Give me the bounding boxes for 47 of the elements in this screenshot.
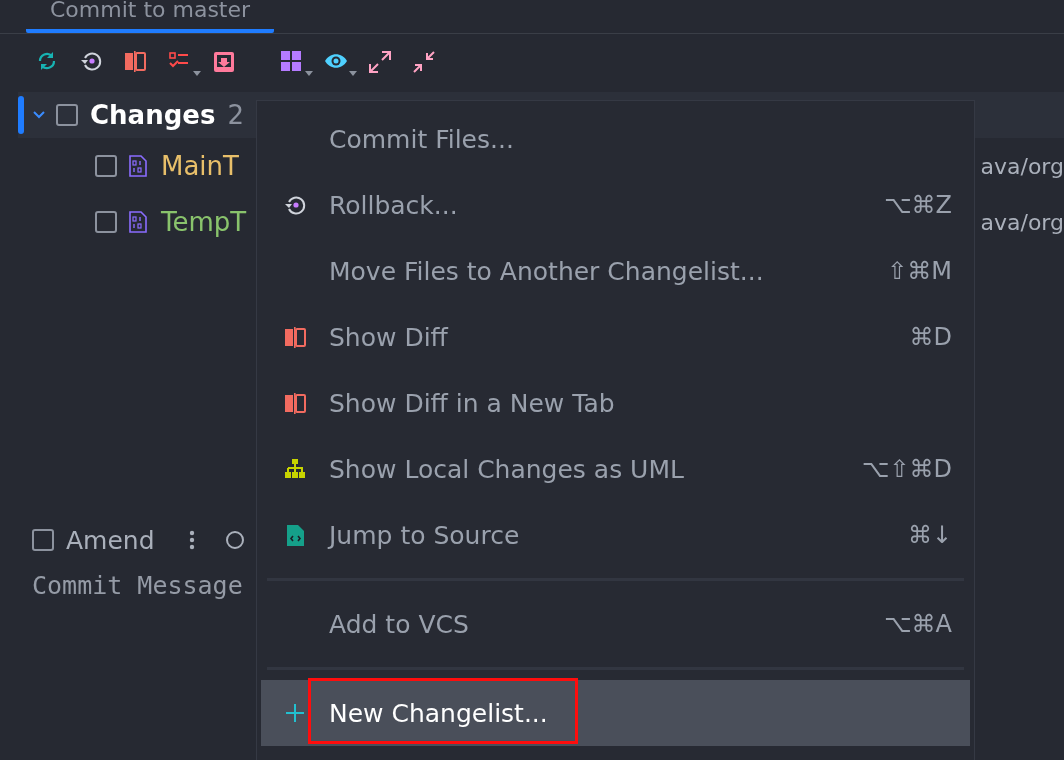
dropdown-caret-icon xyxy=(305,71,313,76)
file-count: 2 xyxy=(227,100,244,130)
commit-tab[interactable]: Commit to master xyxy=(26,0,275,33)
plus-icon xyxy=(284,702,306,724)
grid-button[interactable] xyxy=(280,48,314,76)
menu-item[interactable]: Commit Files... xyxy=(261,106,970,172)
shortcut-label: ⌘D xyxy=(909,323,952,351)
shortcut-label: ⌥⌘Z xyxy=(883,191,952,219)
menu-item[interactable]: Show Local Changes as UML ⌥⇧⌘D xyxy=(261,436,970,502)
diff-icon xyxy=(124,50,148,74)
amend-checkbox[interactable] xyxy=(32,529,54,551)
dropdown-caret-icon xyxy=(193,71,201,76)
menu-item[interactable]: Jump to Source ⌘↓ xyxy=(261,502,970,568)
menu-item[interactable]: Show Diff ⌘D xyxy=(261,304,970,370)
shortcut-label: ⌘↓ xyxy=(907,521,952,549)
expand-button[interactable] xyxy=(368,48,394,76)
binary-file-icon xyxy=(129,211,147,233)
shortcut-label: ⌥⇧⌘D xyxy=(861,455,952,483)
checkbox[interactable] xyxy=(95,155,117,177)
expand-icon xyxy=(368,50,392,74)
inbox-icon xyxy=(212,50,236,74)
checkbox[interactable] xyxy=(95,211,117,233)
file-path: ava/org xyxy=(980,209,1064,235)
circle-icon xyxy=(224,530,245,550)
shortcut-label: ⇧⌘M xyxy=(887,257,952,285)
dropdown-caret-icon xyxy=(349,71,357,76)
more-options-icon xyxy=(188,530,195,550)
menu-item[interactable]: Move Files to Another Changelist... ⇧⌘M xyxy=(261,238,970,304)
grid-icon xyxy=(280,50,304,74)
source-file-icon xyxy=(284,524,306,546)
collapse-icon xyxy=(412,50,436,74)
selection-indicator xyxy=(18,96,24,134)
menu-item[interactable]: Rollback... ⌥⌘Z xyxy=(261,172,970,238)
menu-item[interactable]: New Changelist... xyxy=(261,680,970,746)
hierarchy-icon xyxy=(284,458,306,480)
diff-icon xyxy=(284,326,306,348)
binary-file-icon xyxy=(129,155,147,177)
file-name: MainT xyxy=(161,151,240,181)
changelist-name: Changes xyxy=(90,100,216,130)
file-name: TempT xyxy=(161,207,248,237)
amend-label: Amend xyxy=(66,525,155,555)
diff-icon xyxy=(284,392,306,414)
shortcut-label: ⌥⌘A xyxy=(883,610,952,638)
menu-item[interactable]: Show Diff in a New Tab xyxy=(261,370,970,436)
file-path: ava/org xyxy=(980,153,1064,179)
rollback-icon xyxy=(284,194,306,216)
checkbox[interactable] xyxy=(56,104,78,126)
